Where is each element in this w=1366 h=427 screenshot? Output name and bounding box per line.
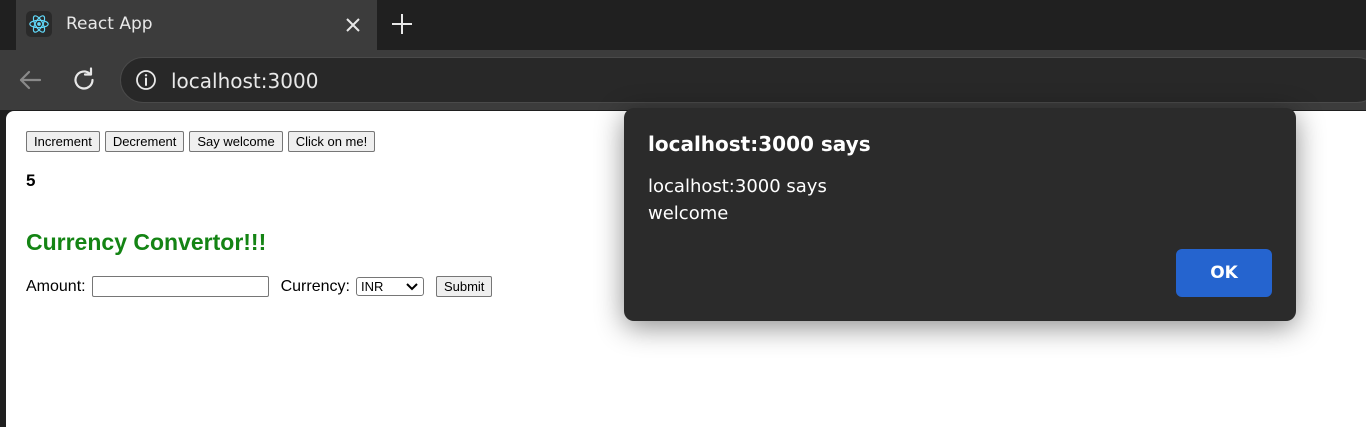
browser-tab[interactable]: React App (16, 0, 377, 50)
increment-button[interactable]: Increment (26, 131, 100, 152)
converter-form: Amount: Currency: INR Submit (26, 276, 493, 297)
plus-icon[interactable] (390, 12, 414, 36)
close-tab-icon[interactable] (342, 14, 364, 36)
url-text: localhost:3000 (171, 69, 319, 93)
submit-button[interactable]: Submit (435, 276, 493, 297)
tab-strip: React App (0, 0, 1366, 50)
click-on-me-button[interactable]: Click on me! (287, 131, 376, 152)
alert-dialog: localhost:3000 says localhost:3000 says … (624, 108, 1296, 321)
dialog-title: localhost:3000 says (648, 132, 871, 156)
decrement-button[interactable]: Decrement (104, 131, 185, 152)
chevron-down-icon (406, 279, 418, 294)
dialog-message-line1: localhost:3000 says (648, 176, 827, 197)
info-icon[interactable] (135, 69, 157, 91)
counter-value: 5 (26, 171, 36, 190)
currency-selected-value: INR (360, 279, 384, 294)
currency-select[interactable]: INR (355, 277, 424, 296)
tab-title: React App (66, 14, 153, 34)
back-arrow-icon[interactable] (16, 66, 44, 94)
dialog-message-line2: welcome (648, 203, 729, 224)
currency-label: Currency: (280, 277, 350, 295)
say-welcome-button[interactable]: Say welcome (189, 131, 283, 152)
converter-title: Currency Convertor!!! (26, 229, 267, 255)
address-bar[interactable]: localhost:3000 (120, 57, 1366, 103)
action-buttons: Increment Decrement Say welcome Click on… (26, 131, 376, 152)
amount-label: Amount: (26, 277, 86, 295)
ok-button[interactable]: OK (1176, 249, 1272, 297)
reload-icon[interactable] (70, 66, 98, 94)
react-logo-icon (26, 11, 52, 37)
amount-input[interactable] (91, 276, 269, 297)
browser-toolbar: localhost:3000 (0, 50, 1366, 110)
